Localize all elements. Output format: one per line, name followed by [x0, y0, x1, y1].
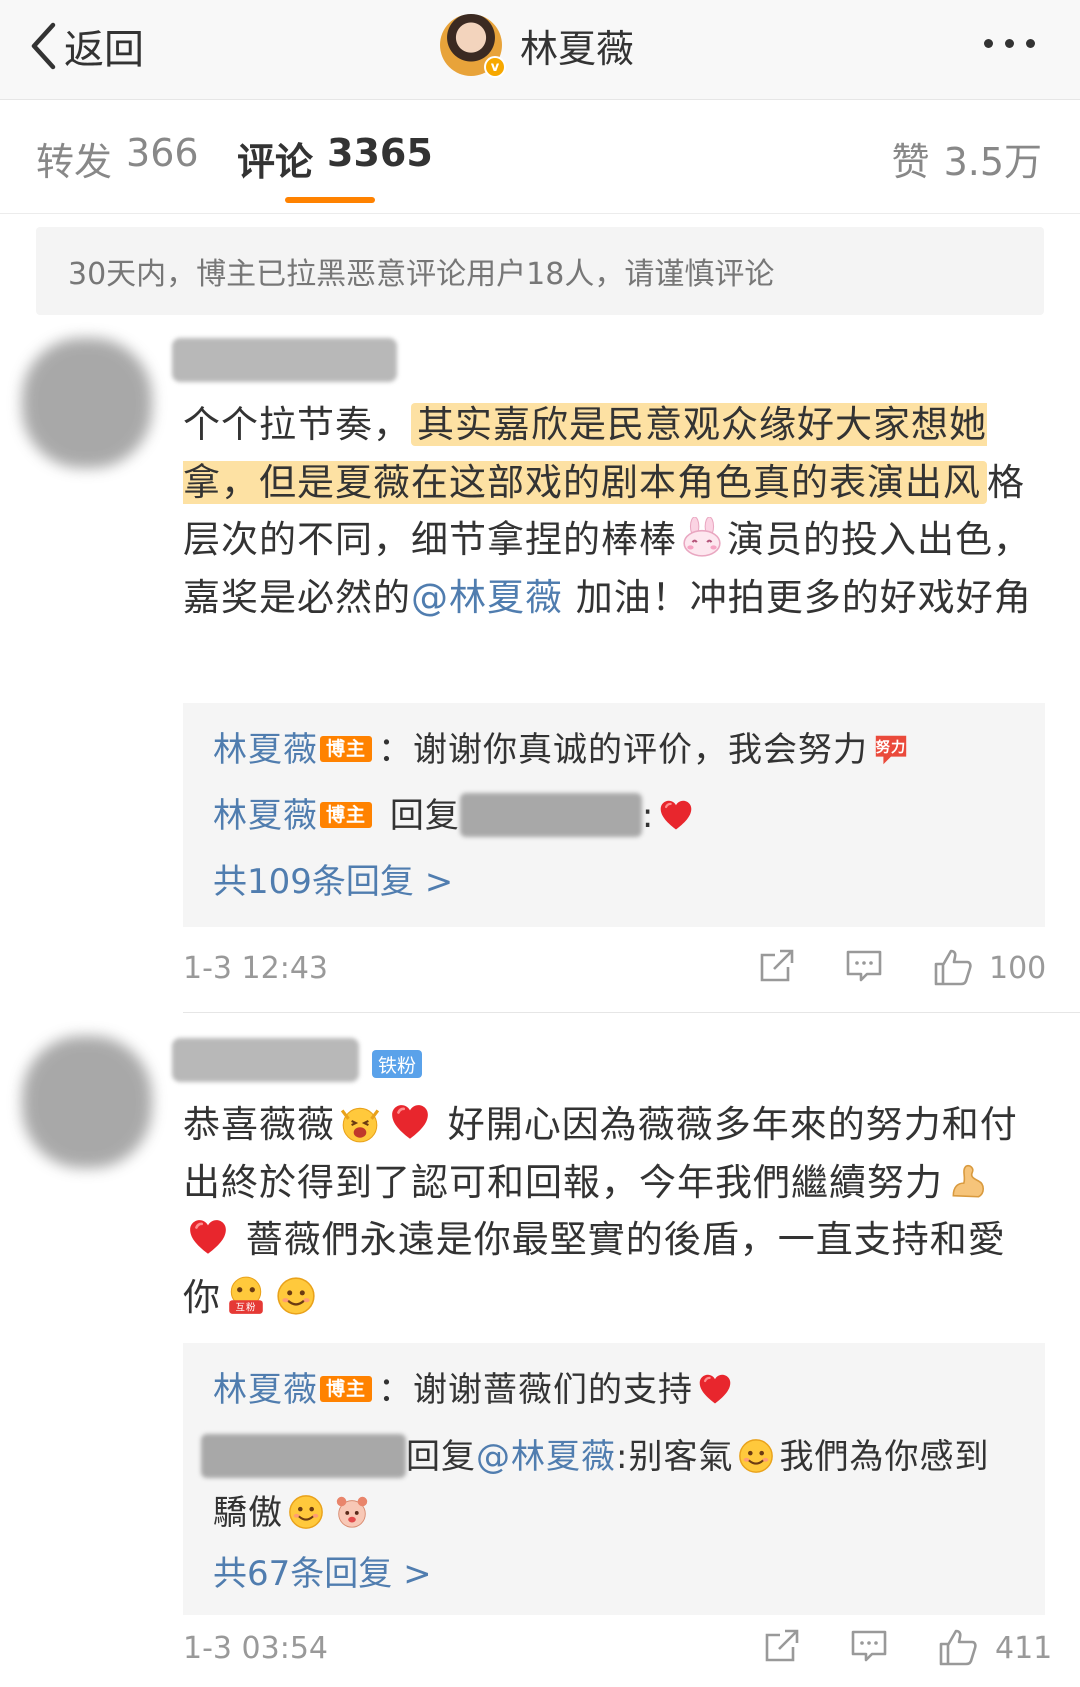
smile-emoji-icon — [737, 1437, 775, 1475]
like-count: 100 — [989, 951, 1047, 986]
reply-author[interactable]: 林夏薇 — [213, 796, 318, 836]
mention-link[interactable]: @林夏薇 — [411, 576, 563, 619]
chevron-left-icon — [31, 22, 56, 70]
share-icon[interactable] — [758, 947, 796, 985]
profile-name: 林夏薇 — [520, 26, 635, 71]
reply-author[interactable]: 林夏薇 — [213, 730, 318, 770]
back-label: 返回 — [64, 27, 144, 73]
comment-icon[interactable] — [850, 1627, 888, 1665]
tab-comments[interactable]: 评论 3365 — [237, 131, 433, 186]
bunny-emoji-icon — [683, 517, 721, 557]
comment-text: 个个拉节奏， 其实嘉欣是民意观众缘好大家想她拿，但是夏薇在这部戏的剧本角色真的表演… — [183, 403, 1032, 619]
proud-face-emoji-icon — [287, 1493, 325, 1531]
author-badge: 博主 — [320, 736, 373, 762]
comment-meta: 1-3 03:54 411 — [183, 1623, 1052, 1673]
svg-text:互粉: 互粉 — [236, 1301, 257, 1313]
username-blurred[interactable] — [172, 338, 397, 382]
username-blurred[interactable] — [459, 793, 642, 837]
profile-header[interactable]: v 林夏薇 — [440, 12, 634, 78]
mention-link[interactable]: @林夏薇 — [476, 1437, 616, 1477]
back-button[interactable]: 返回 — [28, 16, 144, 76]
tab-likes[interactable]: 赞 3.5万 — [892, 131, 1042, 186]
top-nav-bar: 返回 v 林夏薇 — [0, 0, 1080, 100]
cute-animal-emoji-icon — [336, 1496, 368, 1528]
fan-badge: 铁粉 — [372, 1050, 423, 1078]
blushing-face-emoji-icon — [275, 1275, 317, 1317]
share-icon[interactable] — [763, 1627, 801, 1665]
heart-icon — [697, 1372, 733, 1408]
reply-box: 林夏薇 博主 ：谢谢蔷薇们的支持 回复@林夏薇:别客氣 我們為你感到驕傲 共67条回复… — [183, 1343, 1045, 1615]
more-dots-icon — [984, 38, 993, 48]
view-more-replies-link[interactable]: 共109条回复 > — [213, 849, 1015, 915]
active-tab-indicator — [285, 197, 375, 203]
username-blurred[interactable] — [201, 1434, 406, 1478]
reply-item: 回复@林夏薇:别客氣 我們為你感到驕傲 — [201, 1423, 1015, 1541]
comment-icon[interactable] — [845, 947, 883, 985]
heart-icon — [389, 1102, 431, 1144]
reply-item: 林夏薇 博主 回复: — [213, 783, 1015, 849]
divider — [183, 1012, 1080, 1013]
comment-meta: 1-3 12:43 100 — [183, 943, 1047, 993]
verified-badge-icon: v — [484, 56, 506, 78]
heart-icon — [658, 798, 694, 834]
reply-box: 林夏薇 博主 ：谢谢你真诚的评价，我会努力 努力 林夏薇 博主 回复: 共109条回复 … — [183, 703, 1045, 927]
tab-bar: 转发 366 评论 3365 赞 3.5万 — [0, 101, 1080, 214]
strong-arm-emoji-icon — [952, 1164, 985, 1198]
heart-icon — [187, 1217, 229, 1259]
thumbs-up-icon[interactable] — [938, 1627, 978, 1667]
like-count: 3.5万 — [943, 140, 1042, 184]
username-blurred[interactable] — [172, 1038, 359, 1082]
repost-count: 366 — [126, 131, 199, 175]
comment-timestamp: 1-3 03:54 — [183, 1631, 328, 1666]
mutual-fan-emoji-icon: 互粉 — [229, 1276, 263, 1314]
tab-repost[interactable]: 转发 366 — [36, 131, 199, 186]
moderation-notice: 30天内，博主已拉黑恶意评论用户18人，请谨慎评论 — [36, 227, 1044, 315]
avatar[interactable] — [22, 1036, 152, 1168]
reply-item: 林夏薇 博主 ：谢谢你真诚的评价，我会努力 努力 — [213, 717, 1015, 783]
view-more-replies-link[interactable]: 共67条回复 > — [213, 1541, 1015, 1607]
avatar[interactable] — [22, 338, 152, 468]
avatar[interactable]: v — [440, 14, 506, 78]
svg-text:努力: 努力 — [876, 738, 906, 756]
comment-count: 3365 — [327, 131, 433, 175]
cheer-emoji-icon: 努力 — [876, 735, 907, 765]
like-count: 411 — [995, 1631, 1053, 1666]
thumbs-up-icon[interactable] — [933, 947, 973, 987]
reply-author[interactable]: 林夏薇 — [213, 1370, 318, 1410]
cheering-face-emoji-icon — [340, 1107, 380, 1143]
more-options-button[interactable] — [984, 28, 1035, 58]
author-badge: 博主 — [320, 1376, 373, 1402]
author-badge: 博主 — [320, 802, 373, 828]
comment-timestamp: 1-3 12:43 — [183, 951, 328, 986]
comment-text: 恭喜薇薇 好開心因為薇薇多年來的努力和付出終於得到了認可和回報，今年我們繼續努力… — [183, 1102, 1018, 1319]
reply-item: 林夏薇 博主 ：谢谢蔷薇们的支持 — [213, 1357, 1015, 1423]
